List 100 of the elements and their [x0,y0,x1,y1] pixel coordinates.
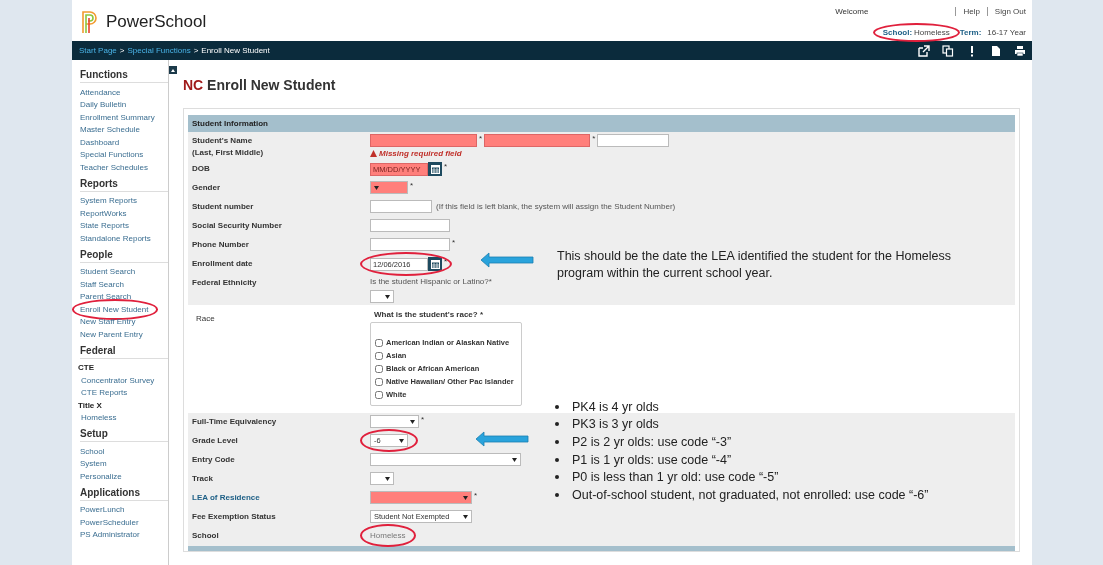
sidebar-link[interactable]: Enroll New Student [80,304,149,314]
bullet-text: Out-of-school student, not graduated, not enrolled: use code “-6” [572,487,929,502]
sidebar-link[interactable]: PowerScheduler [80,517,139,527]
required-asterisk: * [444,162,448,171]
bullet-dot [555,440,559,444]
sidebar-section-title: Functions [80,69,168,83]
breadcrumb-separator: > [193,46,199,55]
sidebar-link[interactable]: Concentrator Survey [81,375,155,385]
sidebar-link[interactable]: Homeless [81,413,117,423]
text-field[interactable] [597,134,670,147]
field-label-link[interactable]: LEA of Residence [192,492,370,504]
sidebar-link[interactable]: PS Administrator [80,530,140,540]
checkbox[interactable] [375,377,383,386]
sidebar-link[interactable]: System [80,459,107,469]
sidebar-link[interactable]: Standalone Reports [80,233,151,243]
page-title: NC Enroll New Student [183,77,337,93]
caret-icon [374,185,379,190]
text-field[interactable] [370,200,432,213]
warning-icon [370,150,377,157]
header-link[interactable]: Sign Out [994,7,1026,16]
select-field[interactable] [370,472,394,485]
field-label: Phone Number [192,239,250,251]
caret-icon [399,438,404,443]
sidebar-link[interactable]: New Staff Entry [80,317,136,327]
sidebar-link[interactable]: Student Search [80,267,136,277]
copy-icon[interactable] [942,44,954,57]
external-link-icon[interactable] [918,44,930,57]
sidebar-section-title: Setup [80,428,168,442]
checkbox[interactable] [375,339,383,348]
sidebar-link[interactable]: School [80,446,105,456]
sidebar-link[interactable]: State Reports [80,221,129,231]
field-label: Gender [192,182,221,194]
sidebar-section-title: Federal [80,344,168,359]
required-asterisk: * [410,181,414,190]
sidebar-link[interactable]: Parent Search [80,292,132,302]
print-icon[interactable] [1014,44,1026,57]
caret-icon [463,495,468,500]
text-field[interactable] [370,238,450,251]
select-field[interactable] [370,453,521,466]
sidebar-section-title: People [80,248,168,263]
sidebar-link[interactable]: Master Schedule [80,125,141,135]
bullet-text: P1 is 1 yr olds: use code “-4” [572,452,732,467]
field-label: Enrollment date [192,258,254,270]
sidebar-link[interactable]: Personalize [80,471,122,481]
bullet-dot [555,457,559,462]
sidebar-link[interactable]: Dashboard [80,137,120,147]
select-field[interactable] [370,491,472,504]
calendar-icon [430,164,440,174]
field-label: Full-Time Equivalency [192,416,278,428]
logo-icon [80,9,100,34]
sidebar-link[interactable]: ReportWorks [80,208,127,218]
calendar-button[interactable] [428,162,442,176]
calendar-button[interactable] [428,257,442,271]
school-label: School: [882,28,913,37]
text-field[interactable] [370,219,450,232]
bullet-text: PK4 is 4 yr olds [572,399,659,414]
breadcrumb-separator: > [119,46,125,55]
sidebar-link[interactable]: New Parent Entry [80,329,143,339]
field-label: Fee Exemption Status [192,511,277,523]
required-asterisk: * [479,134,483,143]
checkbox[interactable] [375,390,383,399]
sidebar-link[interactable]: System Reports [80,196,137,206]
caret-icon [463,514,468,519]
field-label: School [192,530,220,542]
bullet-dot [555,492,559,497]
select-field[interactable] [370,415,419,428]
school-value: Homeless [914,28,950,37]
sidebar-group-label: CTE [78,363,94,373]
sidebar-link[interactable]: Teacher Schedules [80,162,149,172]
select-field[interactable] [370,181,408,194]
collapse-icon [169,66,177,74]
question-text: What is the student's race? * [374,310,485,319]
question-text: Is the student Hispanic or Latino?* [370,277,493,286]
breadcrumb-link[interactable]: Special Functions [127,46,191,55]
bullet-text: PK3 is 3 yr olds [572,417,659,432]
field-label: Student number [192,201,255,213]
caret-icon [385,476,390,481]
sidebar-link[interactable]: Staff Search [80,279,124,289]
page-icon[interactable] [990,44,1002,57]
field-label: Grade Level [192,435,239,447]
field-label: Entry Code [192,454,236,466]
checkbox[interactable] [375,352,383,361]
breadcrumb-link[interactable]: Start Page [79,46,117,55]
field-value: Homeless [370,530,406,542]
sidebar-link[interactable]: PowerLunch [80,505,125,515]
sidebar-link[interactable]: Special Functions [80,150,144,160]
sidebar-link[interactable]: CTE Reports [81,388,128,398]
checkbox[interactable] [375,365,383,373]
annotation-text: This should be the date the LEA identified the student for the Homeless program within the current school year. [557,248,952,282]
caret-icon [385,294,390,299]
text-field[interactable] [484,134,591,147]
sidebar-link[interactable]: Daily Bulletin [80,100,127,110]
field-label: Student's Name [192,135,254,147]
text-field[interactable] [370,134,477,147]
sidebar-link[interactable]: Enrollment Summary [80,112,155,122]
header-link[interactable]: Help [963,7,980,16]
select-field[interactable] [370,290,394,303]
term-label: Term: [959,28,982,37]
sidebar-link[interactable]: Attendance [80,87,121,97]
field-label: DOB [192,163,211,175]
